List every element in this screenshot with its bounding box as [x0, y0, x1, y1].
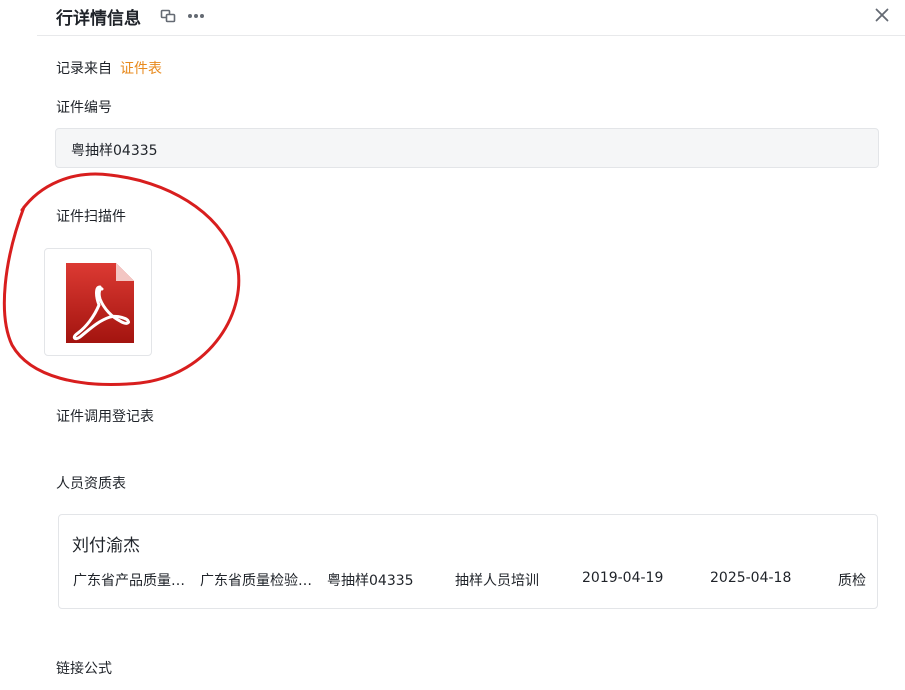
personnel-label: 人员资质表	[56, 476, 126, 492]
card-cell-category: 质检	[838, 573, 866, 589]
record-source-label: 记录来自	[56, 61, 112, 77]
card-cell-institute: 广东省产品质量监督检验研究院	[73, 573, 191, 589]
cert-number-label: 证件编号	[56, 100, 112, 116]
cert-scan-label: 证件扫描件	[56, 209, 126, 225]
source-table-link[interactable]: 证件表	[120, 61, 162, 77]
copy-icon[interactable]	[158, 6, 178, 26]
cert-number-field[interactable]: 粤抽样04335	[55, 128, 879, 168]
card-cell-start-date: 2019-04-19	[582, 570, 664, 586]
personnel-record-card[interactable]: 刘付渝杰 广东省产品质量监督检验研究院 广东省质量检验协会 粤抽样04335 抽…	[58, 514, 878, 609]
cert-scan-attachment[interactable]	[44, 248, 152, 356]
card-cell-association: 广东省质量检验协会	[200, 573, 318, 589]
personnel-name: 刘付渝杰	[72, 536, 140, 556]
card-cell-training: 抽样人员培训	[455, 573, 539, 589]
panel-header: 行详情信息	[37, 0, 905, 36]
cert-usage-label: 证件调用登记表	[56, 409, 154, 425]
cert-number-value: 粤抽样04335	[71, 143, 158, 159]
close-icon[interactable]	[871, 4, 893, 26]
card-cell-cert-number: 粤抽样04335	[327, 573, 414, 589]
record-source: 记录来自 证件表	[56, 58, 162, 78]
more-icon[interactable]	[186, 6, 206, 26]
pdf-file-icon	[66, 263, 134, 343]
page-title: 行详情信息	[56, 9, 141, 29]
row-detail-panel: 行详情信息 记录来自 证件表 证件编号 粤抽样04335 证件扫描件 证件调用登…	[0, 0, 905, 690]
link-formula-label: 链接公式	[56, 661, 112, 677]
card-cell-end-date: 2025-04-18	[710, 570, 792, 586]
